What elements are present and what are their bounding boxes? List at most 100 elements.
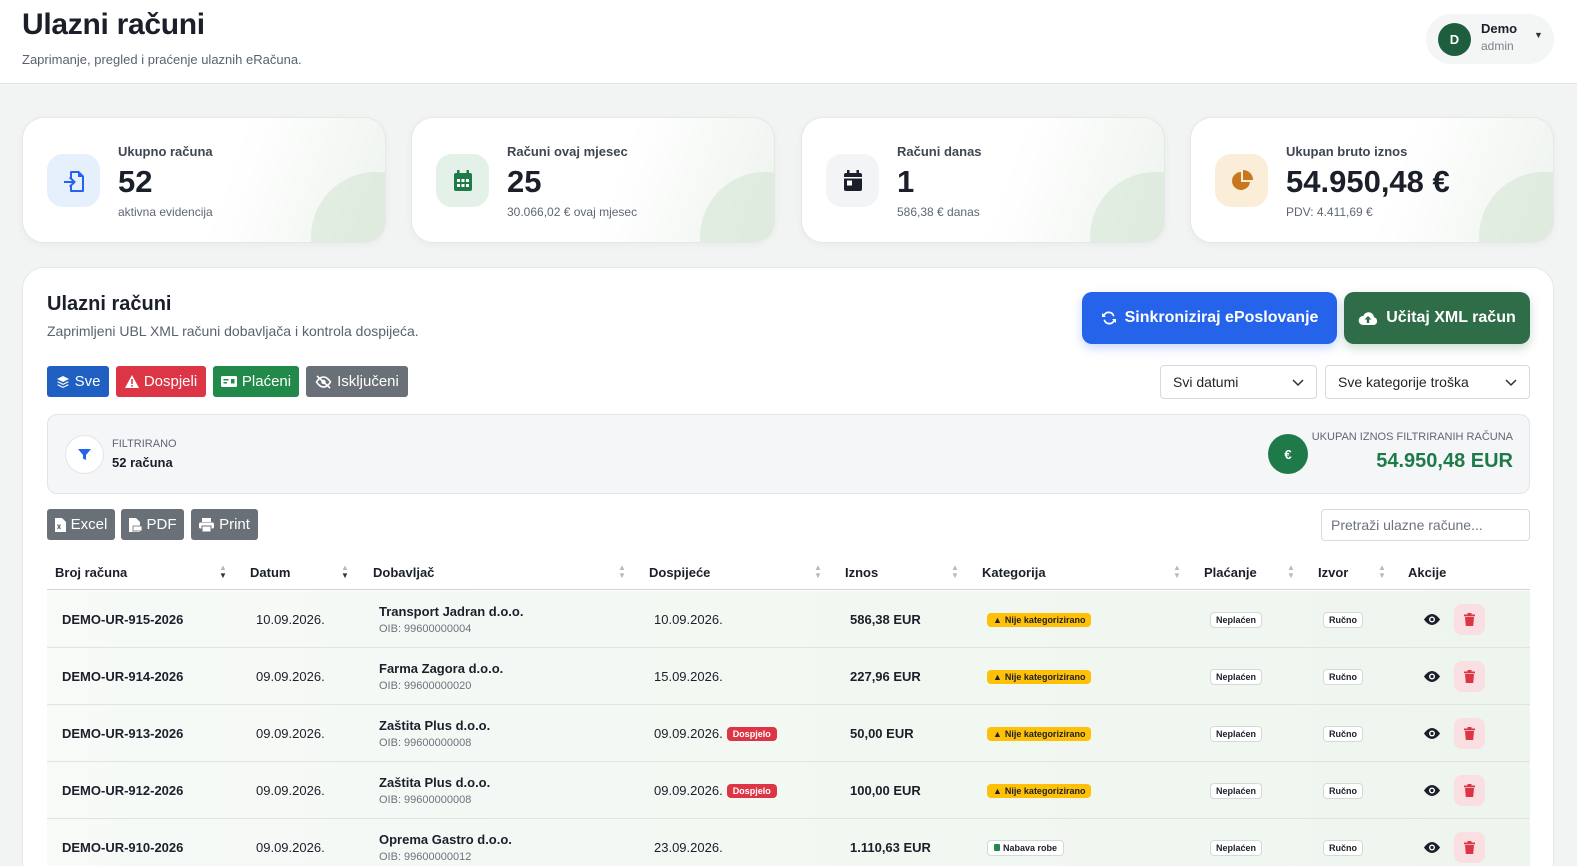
delete-trash-icon[interactable] xyxy=(1454,604,1485,635)
sync-eposlovanje-button[interactable]: Sinkroniziraj ePoslovanje xyxy=(1082,292,1337,344)
view-eye-icon[interactable] xyxy=(1421,666,1443,686)
source-label: Ručno xyxy=(1323,783,1363,799)
supplier-name: Farma Zagora d.o.o. xyxy=(379,661,504,676)
delete-trash-icon[interactable] xyxy=(1454,718,1485,749)
due-date: 09.09.2026. Dospjelo xyxy=(654,783,777,798)
col-amount[interactable]: Iznos xyxy=(845,565,878,580)
warning-icon: ▲ xyxy=(993,672,1002,682)
box-icon xyxy=(994,844,1000,851)
table-row[interactable]: DEMO-UR-912-2026 09.09.2026. Zaštita Plu… xyxy=(47,762,1530,819)
upload-xml-button[interactable]: Učitaj XML račun xyxy=(1344,292,1530,344)
payment-label: Neplaćen xyxy=(1210,783,1263,799)
source-badge: Ručno xyxy=(1323,782,1363,799)
upload-label: Učitaj XML račun xyxy=(1386,309,1516,326)
supplier-oib: OIB: 99600000008 xyxy=(379,737,472,749)
view-eye-icon[interactable] xyxy=(1421,609,1443,629)
col-supplier[interactable]: Dobavljač xyxy=(373,565,434,580)
col-source[interactable]: Izvor xyxy=(1318,565,1348,580)
table-row[interactable]: DEMO-UR-914-2026 09.09.2026. Farma Zagor… xyxy=(47,648,1530,705)
top-header: Ulazni računi Zaprimanje, pregled i prać… xyxy=(0,0,1577,84)
invoice-date: 09.09.2026. xyxy=(256,669,325,684)
source-badge: Ručno xyxy=(1323,668,1363,685)
sort-icon[interactable]: ▲ ▼ xyxy=(814,564,822,580)
funnel-icon xyxy=(65,435,104,474)
filter-excluded-button[interactable]: Isključeni xyxy=(306,366,408,397)
sync-label: Sinkroniziraj ePoslovanje xyxy=(1124,309,1319,326)
col-date[interactable]: Datum xyxy=(250,565,290,580)
search-input[interactable]: Pretraži ulazne račune... xyxy=(1321,509,1530,541)
export-excel-button[interactable]: Excel xyxy=(47,509,115,540)
supplier-name: Zaštita Plus d.o.o. xyxy=(379,775,491,790)
invoice-date: 09.09.2026. xyxy=(256,726,325,741)
col-category[interactable]: Kategorija xyxy=(982,565,1046,580)
decorative-circle xyxy=(1479,172,1553,242)
overdue-badge: Dospjelo xyxy=(726,783,777,798)
col-payment[interactable]: Plaćanje xyxy=(1204,565,1257,580)
stat-label: Ukupno računa xyxy=(118,144,213,159)
panel-title: Ulazni računi xyxy=(47,293,172,315)
print-button[interactable]: Print xyxy=(191,509,258,540)
stat-label: Računi danas xyxy=(897,144,982,159)
filter-due-button[interactable]: Dospjeli xyxy=(116,366,206,397)
table-row[interactable]: DEMO-UR-913-2026 09.09.2026. Zaštita Plu… xyxy=(47,705,1530,762)
invoice-date: 09.09.2026. xyxy=(256,783,325,798)
pie-chart-icon xyxy=(1215,154,1268,207)
view-eye-icon[interactable] xyxy=(1421,837,1443,857)
user-name: Demo xyxy=(1481,21,1518,36)
sort-icon[interactable]: ▲ ▼ xyxy=(1287,564,1295,580)
payment-label: Neplaćen xyxy=(1210,612,1263,628)
stat-sub: 586,38 € danas xyxy=(897,205,980,219)
export-pdf-button[interactable]: PDF xyxy=(121,509,184,540)
view-eye-icon[interactable] xyxy=(1421,780,1443,800)
due-date: 23.09.2026. xyxy=(654,840,723,855)
user-menu[interactable]: D Demo admin ▼ xyxy=(1426,14,1554,64)
category-badge: ▲ Nije kategorizirano xyxy=(987,782,1092,798)
sort-icon[interactable]: ▲ ▼ xyxy=(1378,564,1386,580)
filter-paid-button[interactable]: Plaćeni xyxy=(213,366,299,397)
date-filter-select[interactable]: Svi datumi xyxy=(1160,365,1317,399)
payment-label: Neplaćen xyxy=(1210,669,1263,685)
due-date-value: 23.09.2026. xyxy=(654,840,723,855)
stat-card-total: Ukupno računa 52 aktivna evidencija xyxy=(22,117,386,243)
payment-label: Neplaćen xyxy=(1210,726,1263,742)
payment-badge: Neplaćen xyxy=(1210,782,1263,799)
table-row[interactable]: DEMO-UR-915-2026 10.09.2026. Transport J… xyxy=(47,591,1530,648)
col-invoice-number[interactable]: Broj računa xyxy=(55,565,127,580)
category-filter-select[interactable]: Sve kategorije troška xyxy=(1325,365,1530,399)
due-date-value: 10.09.2026. xyxy=(654,612,723,627)
due-date-value: 15.09.2026. xyxy=(654,669,723,684)
invoice-date: 10.09.2026. xyxy=(256,612,325,627)
payment-badge: Neplaćen xyxy=(1210,839,1263,856)
invoice-number: DEMO-UR-915-2026 xyxy=(62,612,184,627)
delete-trash-icon[interactable] xyxy=(1454,775,1485,806)
category-badge: ▲ Nije kategorizirano xyxy=(987,668,1092,684)
decorative-circle xyxy=(311,172,385,242)
filter-due-label: Dospjeli xyxy=(143,373,198,390)
col-due[interactable]: Dospijeće xyxy=(649,565,710,580)
sort-icon[interactable]: ▲ ▼ xyxy=(1173,564,1181,580)
view-eye-icon[interactable] xyxy=(1421,723,1443,743)
sort-icon[interactable]: ▲ ▼ xyxy=(219,564,227,580)
sort-icon[interactable]: ▲ ▼ xyxy=(341,564,349,580)
category-badge: ▲ Nije kategorizirano xyxy=(987,611,1092,627)
avatar: D xyxy=(1438,23,1471,56)
stat-card-month: Računi ovaj mjesec 25 30.066,02 € ovaj m… xyxy=(411,117,775,243)
supplier-oib: OIB: 99600000004 xyxy=(379,623,472,635)
col-actions: Akcije xyxy=(1408,565,1447,580)
due-date: 15.09.2026. xyxy=(654,669,723,684)
source-label: Ručno xyxy=(1323,726,1363,742)
sort-icon[interactable]: ▲ ▼ xyxy=(618,564,626,580)
export-excel-label: Excel xyxy=(70,516,108,533)
invoice-number: DEMO-UR-910-2026 xyxy=(62,840,184,855)
category-filter-value: Sve kategorije troška xyxy=(1338,374,1469,390)
file-excel-icon xyxy=(54,517,66,532)
sort-icon[interactable]: ▲ ▼ xyxy=(951,564,959,580)
filter-all-button[interactable]: Sve xyxy=(47,366,109,397)
delete-trash-icon[interactable] xyxy=(1454,661,1485,692)
calendar-day-icon xyxy=(826,154,879,207)
due-date-value: 09.09.2026. xyxy=(654,726,723,741)
table-row[interactable]: DEMO-UR-910-2026 09.09.2026. Oprema Gast… xyxy=(47,819,1530,866)
delete-trash-icon[interactable] xyxy=(1454,832,1485,863)
overdue-badge: Dospjelo xyxy=(726,726,777,741)
warning-icon xyxy=(124,375,139,388)
